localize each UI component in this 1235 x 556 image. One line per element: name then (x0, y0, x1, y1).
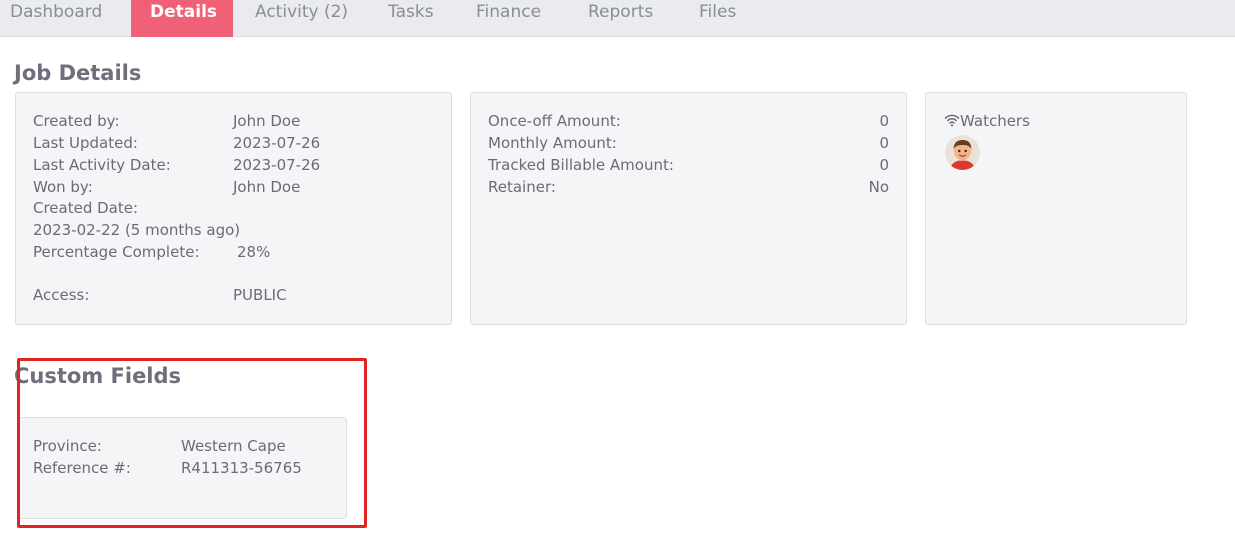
monthly-amount-value: 0 (879, 134, 889, 152)
tab-files[interactable]: Files (680, 0, 755, 37)
created-by-row: Created by: John Doe (33, 111, 433, 131)
province-row: Province: Western Cape (33, 436, 333, 456)
custom-fields-card: Province: Western Cape Reference #: R411… (18, 417, 347, 519)
last-updated-row: Last Updated: 2023-07-26 (33, 133, 433, 153)
tab-dashboard[interactable]: Dashboard (0, 0, 121, 37)
won-by-label: Won by: (33, 178, 93, 196)
last-updated-label: Last Updated: (33, 134, 138, 152)
tab-bar: Dashboard Details Activity (2) Tasks Fin… (0, 0, 1235, 37)
last-activity-label: Last Activity Date: (33, 156, 171, 174)
percentage-complete-label: Percentage Complete: (33, 243, 200, 261)
watcher-avatar[interactable] (945, 135, 980, 170)
job-info-card: Created by: John Doe Last Updated: 2023-… (15, 92, 452, 325)
access-label: Access: (33, 286, 90, 304)
watchers-header[interactable]: Watchers (944, 111, 1030, 131)
province-label: Province: (33, 437, 102, 455)
created-date-value: 2023-02-22 (5 months ago) (33, 221, 241, 239)
monthly-amount-label: Monthly Amount: (488, 134, 617, 152)
onceoff-amount-label: Once-off Amount: (488, 112, 621, 130)
tab-finance[interactable]: Finance (457, 0, 560, 37)
watchers-card: Watchers (925, 92, 1187, 325)
watchers-label: Watchers (960, 112, 1030, 130)
tab-reports[interactable]: Reports (569, 0, 672, 37)
reference-value: R411313-56765 (181, 459, 302, 477)
tab-tasks[interactable]: Tasks (369, 0, 453, 37)
tab-details[interactable]: Details (131, 0, 233, 37)
reference-row: Reference #: R411313-56765 (33, 458, 333, 478)
created-by-value: John Doe (233, 112, 301, 130)
amounts-card: Once-off Amount: 0 Monthly Amount: 0 Tra… (470, 92, 907, 325)
job-details-title: Job Details (14, 61, 142, 85)
percentage-complete-row: Percentage Complete: 28% (33, 242, 433, 262)
retainer-row: Retainer: No (488, 177, 889, 197)
won-by-row: Won by: John Doe (33, 177, 433, 197)
onceoff-amount-value: 0 (879, 112, 889, 130)
province-value: Western Cape (181, 437, 286, 455)
access-row: Access: PUBLIC (33, 285, 433, 305)
created-by-label: Created by: (33, 112, 120, 130)
last-activity-value: 2023-07-26 (233, 156, 321, 174)
last-activity-row: Last Activity Date: 2023-07-26 (33, 155, 433, 175)
retainer-value: No (868, 178, 889, 196)
tracked-billable-value: 0 (879, 156, 889, 174)
percentage-complete-value: 28% (237, 243, 271, 261)
monthly-amount-row: Monthly Amount: 0 (488, 133, 889, 153)
wifi-icon (944, 112, 960, 127)
tracked-billable-label: Tracked Billable Amount: (488, 156, 674, 174)
access-value: PUBLIC (233, 286, 287, 304)
reference-label: Reference #: (33, 459, 131, 477)
created-date-label: Created Date: (33, 199, 139, 217)
won-by-value: John Doe (233, 178, 301, 196)
last-updated-value: 2023-07-26 (233, 134, 321, 152)
onceoff-amount-row: Once-off Amount: 0 (488, 111, 889, 131)
created-date-value-row: 2023-02-22 (5 months ago) (33, 220, 433, 240)
retainer-label: Retainer: (488, 178, 556, 196)
tab-activity[interactable]: Activity (2) (236, 0, 367, 37)
created-date-row: Created Date: (33, 198, 433, 218)
custom-fields-title: Custom Fields (14, 364, 182, 388)
tracked-billable-row: Tracked Billable Amount: 0 (488, 155, 889, 175)
